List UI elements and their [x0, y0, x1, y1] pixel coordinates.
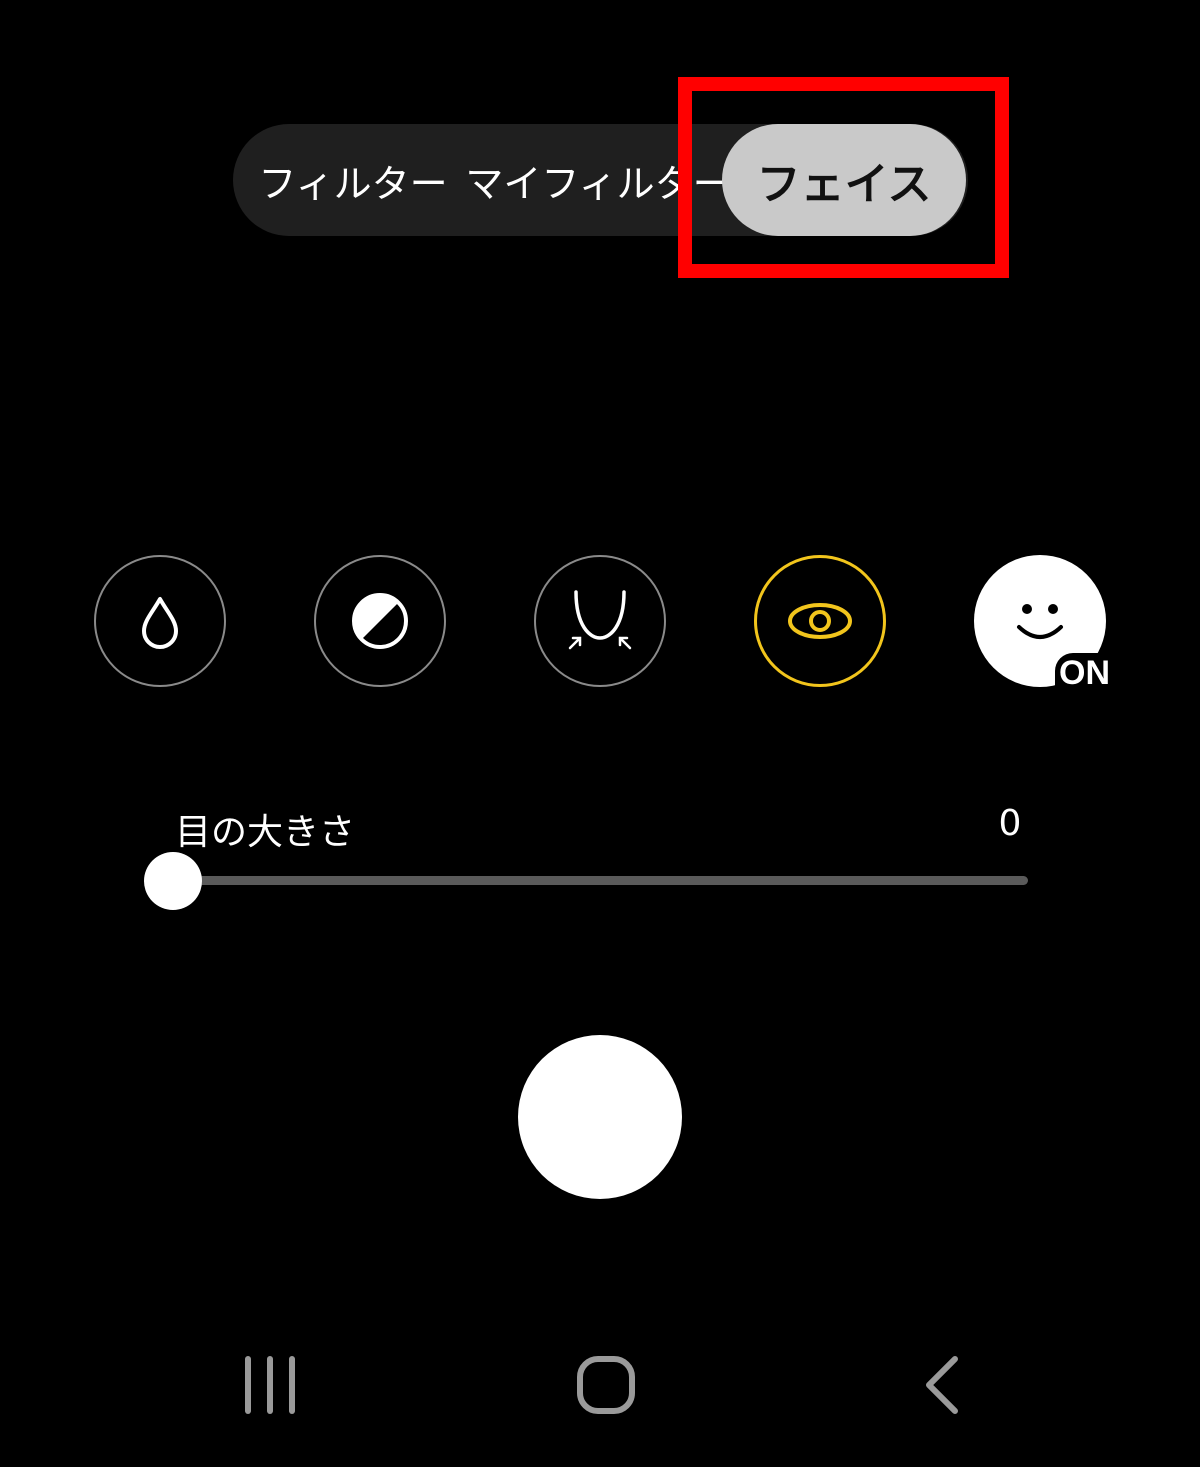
- face-slim-icon: [568, 590, 632, 650]
- nav-recents-button[interactable]: [220, 1340, 320, 1430]
- recents-icon: [245, 1356, 295, 1414]
- home-icon: [577, 1356, 635, 1414]
- filter-mode-tabs: フィルター マイフィルター フェイス: [233, 124, 968, 236]
- eye-size-slider-track[interactable]: [173, 876, 1028, 885]
- smiley-face-icon: [1017, 604, 1063, 639]
- shutter-button[interactable]: [518, 1035, 682, 1199]
- slider-value: 0: [998, 803, 1022, 844]
- nav-back-button[interactable]: [892, 1340, 992, 1430]
- tab-my-filter[interactable]: マイフィルター: [465, 124, 730, 236]
- eye-size-button[interactable]: [754, 555, 886, 687]
- back-icon: [926, 1356, 958, 1414]
- skin-tone-button[interactable]: [314, 555, 446, 687]
- tab-face[interactable]: フェイス: [722, 124, 966, 236]
- tab-filter[interactable]: フィルター: [258, 124, 447, 236]
- nav-home-button[interactable]: [556, 1340, 656, 1430]
- on-badge: ON: [1055, 653, 1114, 691]
- face-beauty-toggle-button[interactable]: ON: [974, 555, 1114, 691]
- slider-label: 目の大きさ: [175, 812, 356, 853]
- droplet-icon: [142, 597, 178, 649]
- eye-size-slider-thumb[interactable]: [144, 852, 202, 910]
- tone-half-circle-icon: [352, 593, 408, 649]
- skin-smooth-button[interactable]: [94, 555, 226, 687]
- face-slim-button[interactable]: [534, 555, 666, 687]
- eye-icon: [788, 603, 852, 639]
